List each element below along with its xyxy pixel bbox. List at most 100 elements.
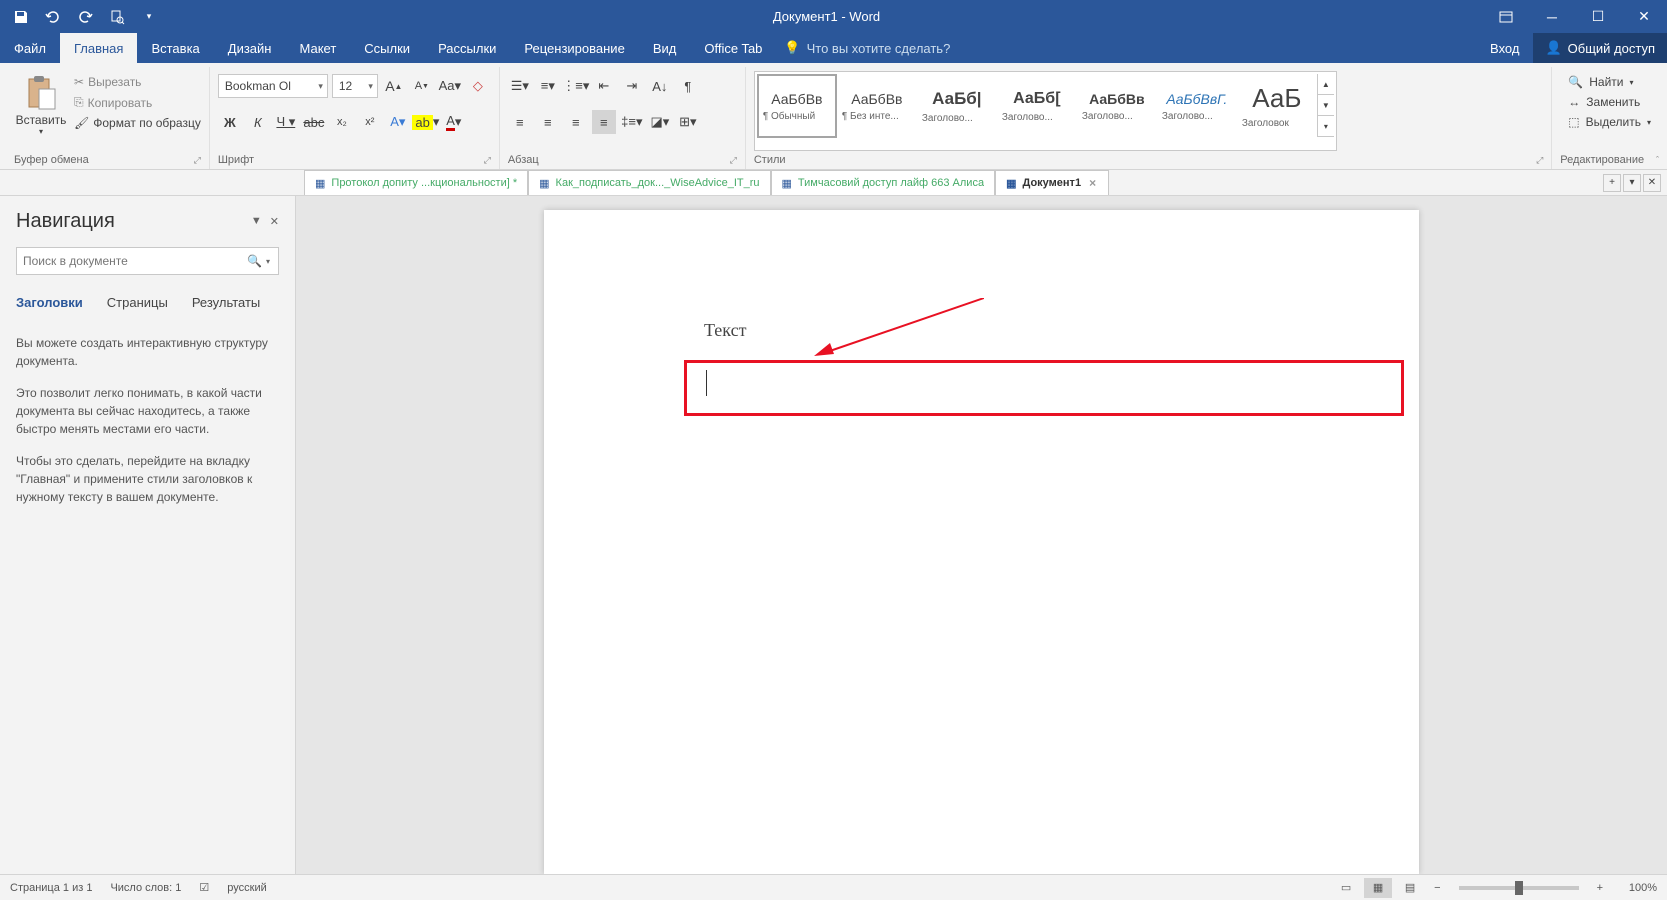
align-left-icon[interactable]: ≡: [508, 110, 532, 134]
italic-button[interactable]: К: [246, 110, 270, 134]
paste-button[interactable]: Вставить ▾: [14, 71, 68, 151]
nav-tab-pages[interactable]: Страницы: [107, 295, 168, 310]
highlight-icon[interactable]: ab▾: [414, 110, 438, 134]
menu-home[interactable]: Главная: [60, 33, 137, 63]
tell-me-search[interactable]: 💡 Что вы хотите сделать?: [776, 33, 958, 63]
document-area[interactable]: Текст: [296, 196, 1667, 874]
nav-tab-headings[interactable]: Заголовки: [16, 295, 83, 310]
copy-button[interactable]: ⎘Копировать: [74, 95, 201, 110]
zoom-in-icon[interactable]: +: [1591, 882, 1609, 894]
print-layout-icon[interactable]: ▦: [1364, 878, 1392, 898]
menu-insert[interactable]: Вставка: [137, 33, 213, 63]
ribbon-display-icon[interactable]: [1483, 0, 1529, 33]
print-preview-icon[interactable]: [108, 8, 126, 26]
read-mode-icon[interactable]: ▭: [1332, 878, 1360, 898]
style-no-spacing[interactable]: АаБбВв¶ Без инте...: [837, 74, 917, 138]
page[interactable]: Текст: [544, 210, 1419, 874]
style-heading2[interactable]: АаБб[Заголово...: [997, 74, 1077, 138]
font-color-icon[interactable]: A▾: [442, 110, 466, 134]
multilevel-icon[interactable]: ⋮≡▾: [564, 74, 588, 98]
increase-indent-icon[interactable]: ⇥: [620, 74, 644, 98]
menu-office-tab[interactable]: Office Tab: [690, 33, 776, 63]
web-layout-icon[interactable]: ▤: [1396, 878, 1424, 898]
strikethrough-button[interactable]: abc: [302, 110, 326, 134]
select-button[interactable]: ⬚Выделить▾: [1568, 115, 1651, 129]
tab-close-icon[interactable]: ×: [1087, 176, 1098, 190]
gallery-more-icon[interactable]: ▾: [1318, 116, 1334, 137]
menu-review[interactable]: Рецензирование: [510, 33, 638, 63]
zoom-slider[interactable]: [1459, 886, 1579, 890]
menu-view[interactable]: Вид: [639, 33, 691, 63]
save-icon[interactable]: [12, 8, 30, 26]
font-name-combo[interactable]: Bookman Ol: [218, 74, 328, 98]
style-normal[interactable]: АаБбВв¶ Обычный: [757, 74, 837, 138]
zoom-out-icon[interactable]: −: [1428, 882, 1446, 894]
justify-icon[interactable]: ≡: [592, 110, 616, 134]
align-right-icon[interactable]: ≡: [564, 110, 588, 134]
doc-tab[interactable]: ▦Протокол допиту ...кциональности] *: [304, 170, 528, 195]
status-language[interactable]: русский: [227, 882, 266, 894]
sign-in-button[interactable]: Вход: [1476, 33, 1533, 63]
dialog-launcher-icon[interactable]: ⤢: [484, 155, 491, 166]
style-title[interactable]: АаБЗаголовок: [1237, 74, 1317, 138]
menu-mailings[interactable]: Рассылки: [424, 33, 510, 63]
share-button[interactable]: 👤 Общий доступ: [1533, 33, 1667, 63]
minimize-icon[interactable]: ─: [1529, 0, 1575, 33]
gallery-down-icon[interactable]: ▼: [1318, 95, 1334, 116]
bullets-icon[interactable]: ☰▾: [508, 74, 532, 98]
status-page[interactable]: Страница 1 из 1: [10, 882, 92, 894]
find-button[interactable]: 🔍Найти▾: [1568, 75, 1651, 89]
collapse-ribbon-icon[interactable]: ˆ: [1656, 155, 1659, 165]
new-tab-icon[interactable]: +: [1603, 174, 1621, 192]
menu-file[interactable]: Файл: [0, 33, 60, 63]
doc-tab[interactable]: ▦Тимчасовий доступ лайф 663 Алиса: [771, 170, 996, 195]
search-dropdown-icon[interactable]: ▾: [264, 257, 272, 266]
decrease-indent-icon[interactable]: ⇤: [592, 74, 616, 98]
doc-tab-active[interactable]: ▦Документ1×: [995, 170, 1109, 195]
search-icon[interactable]: 🔍: [245, 254, 264, 268]
superscript-button[interactable]: x²: [358, 110, 382, 134]
maximize-icon[interactable]: ☐: [1575, 0, 1621, 33]
change-case-icon[interactable]: Aa▾: [438, 74, 462, 98]
clear-format-icon[interactable]: ◇: [466, 74, 490, 98]
nav-search-box[interactable]: 🔍 ▾: [16, 247, 279, 275]
align-center-icon[interactable]: ≡: [536, 110, 560, 134]
redo-icon[interactable]: [76, 8, 94, 26]
zoom-level[interactable]: 100%: [1613, 882, 1657, 894]
underline-button[interactable]: Ч ▾: [274, 110, 298, 134]
gallery-up-icon[interactable]: ▲: [1318, 74, 1334, 95]
style-heading1[interactable]: АаБб|Заголово...: [917, 74, 997, 138]
shading-icon[interactable]: ◪▾: [648, 110, 672, 134]
line-spacing-icon[interactable]: ‡≡▾: [620, 110, 644, 134]
replace-button[interactable]: ↔Заменить: [1568, 95, 1651, 109]
doc-tab[interactable]: ▦Как_подписать_док..._WiseAdvice_IT_ru: [528, 170, 770, 195]
nav-close-icon[interactable]: ✕: [270, 215, 279, 228]
format-painter-button[interactable]: 🖌Формат по образцу: [74, 116, 201, 130]
nav-dropdown-icon[interactable]: ▼: [251, 215, 262, 228]
dialog-launcher-icon[interactable]: ⤢: [730, 155, 737, 166]
menu-references[interactable]: Ссылки: [350, 33, 424, 63]
borders-icon[interactable]: ⊞▾: [676, 110, 700, 134]
style-heading4[interactable]: АаБбВвГ.Заголово...: [1157, 74, 1237, 138]
search-input[interactable]: [23, 254, 245, 268]
sort-icon[interactable]: A↓: [648, 74, 672, 98]
status-words[interactable]: Число слов: 1: [110, 882, 181, 894]
cut-button[interactable]: ✂Вырезать: [74, 75, 201, 89]
dialog-launcher-icon[interactable]: ⤢: [194, 155, 201, 166]
qat-more-icon[interactable]: ▾: [140, 8, 158, 26]
tab-menu-icon[interactable]: ▾: [1623, 174, 1641, 192]
bold-button[interactable]: Ж: [218, 110, 242, 134]
tab-close-all-icon[interactable]: ✕: [1643, 174, 1661, 192]
menu-design[interactable]: Дизайн: [214, 33, 286, 63]
menu-layout[interactable]: Макет: [285, 33, 350, 63]
font-size-combo[interactable]: 12: [332, 74, 378, 98]
subscript-button[interactable]: x₂: [330, 110, 354, 134]
dialog-launcher-icon[interactable]: ⤢: [1536, 155, 1543, 166]
show-marks-icon[interactable]: ¶: [676, 74, 700, 98]
numbering-icon[interactable]: ≡▾: [536, 74, 560, 98]
close-icon[interactable]: ✕: [1621, 0, 1667, 33]
decrease-font-icon[interactable]: A▼: [410, 74, 434, 98]
increase-font-icon[interactable]: A▲: [382, 74, 406, 98]
undo-icon[interactable]: [44, 8, 62, 26]
style-heading3[interactable]: АаБбВвЗаголово...: [1077, 74, 1157, 138]
